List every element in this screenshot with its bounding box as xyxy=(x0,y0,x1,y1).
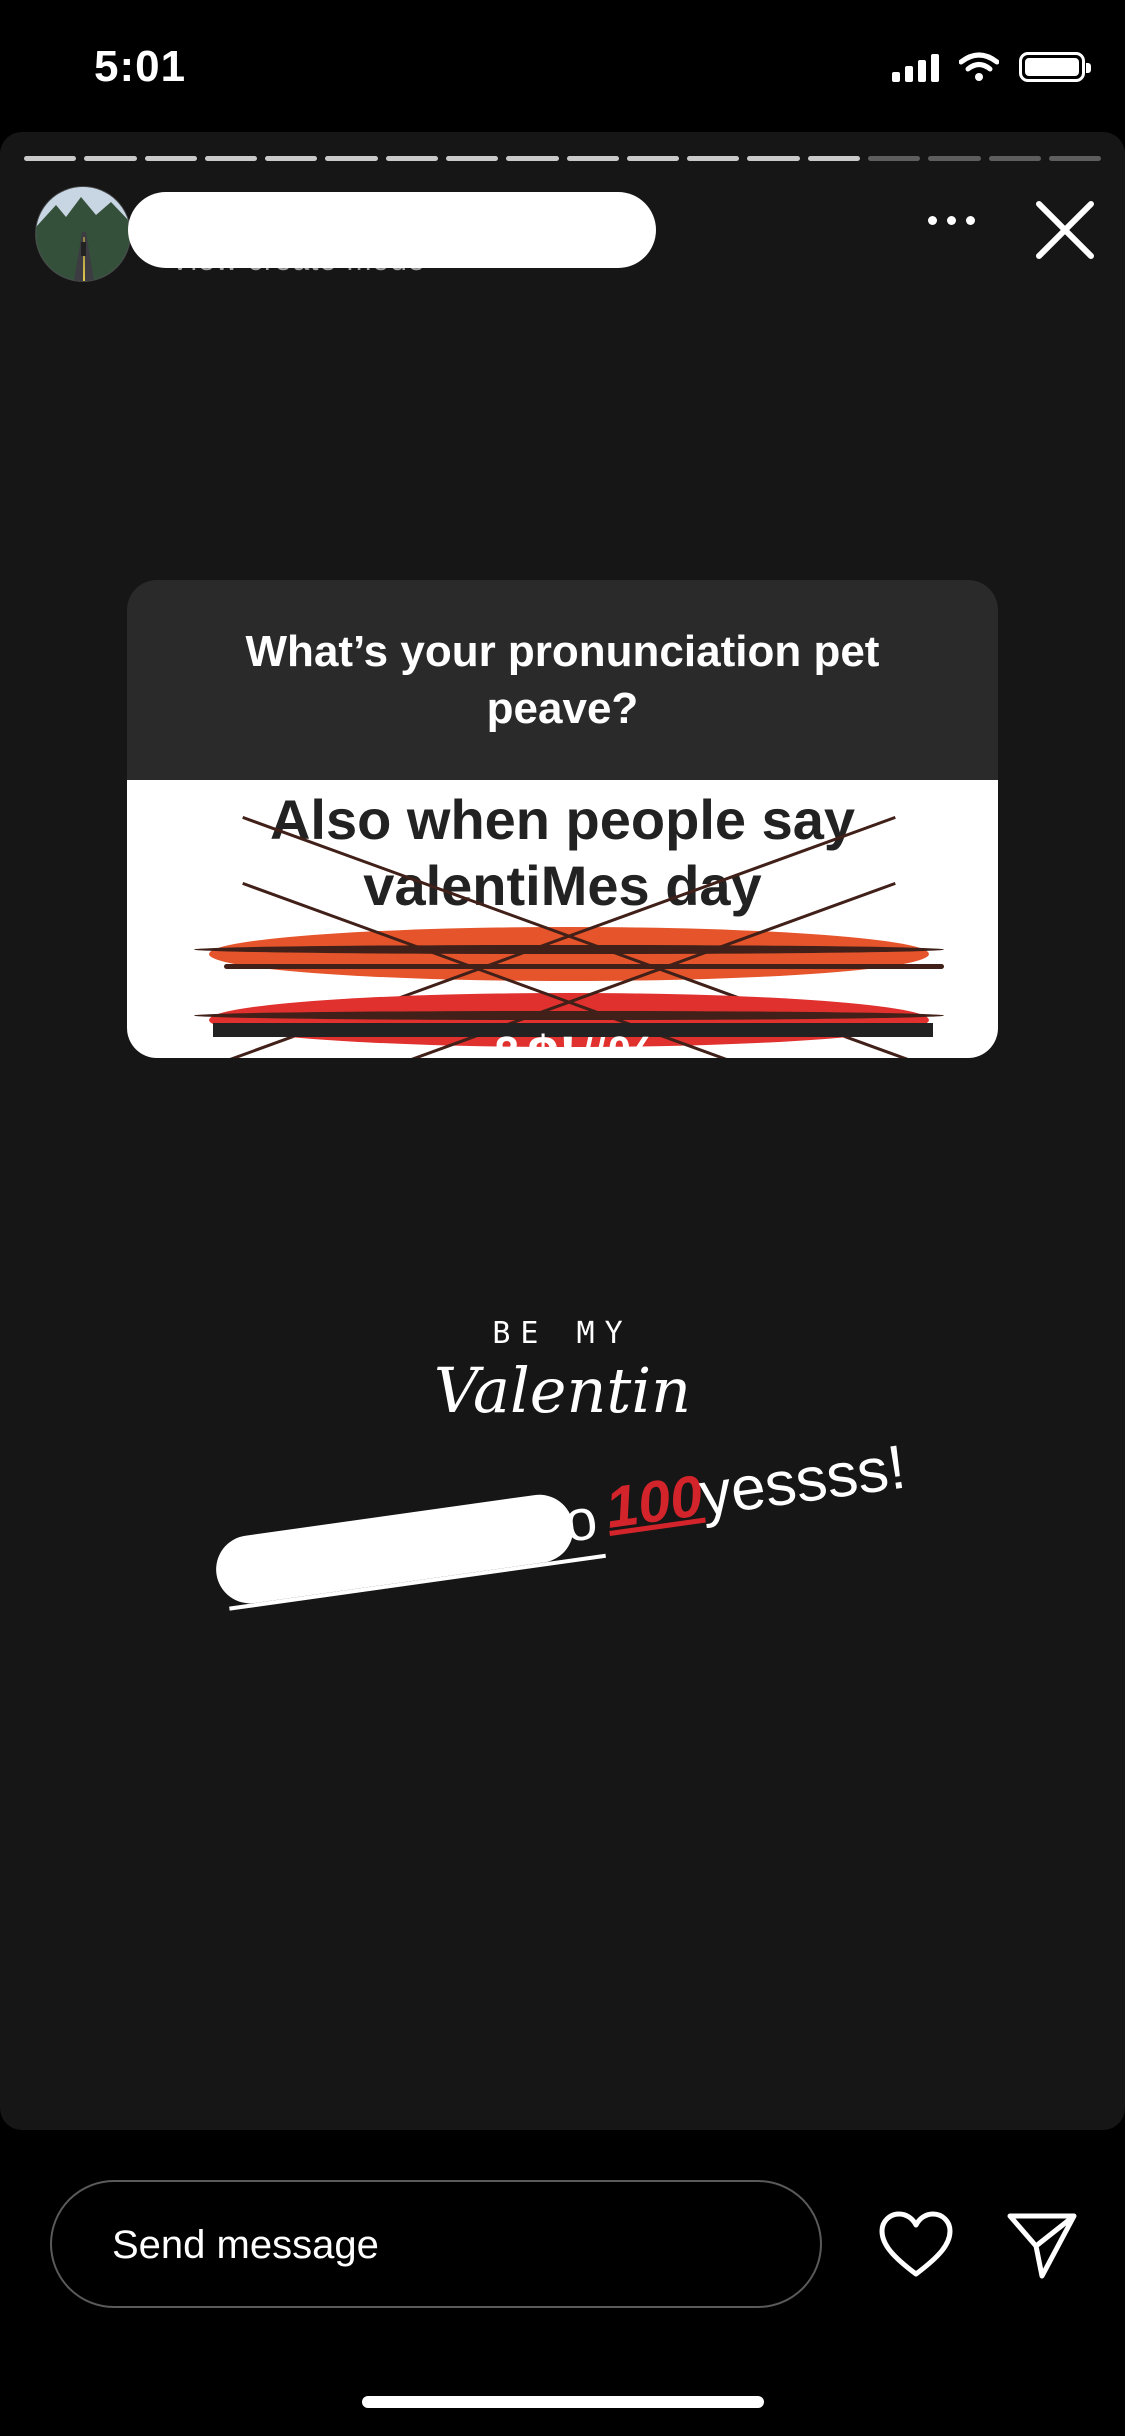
caption-redaction xyxy=(211,1490,578,1608)
avatar-image xyxy=(36,187,130,281)
be-my-text: BE MY xyxy=(492,1316,633,1351)
progress-segment xyxy=(24,156,77,161)
battery-icon xyxy=(1019,52,1091,82)
wifi-icon xyxy=(959,52,999,81)
cursing-face-emoji-icon: &$!#% xyxy=(193,881,944,1058)
valentin-text: Valentin xyxy=(433,1354,692,1427)
story-viewer[interactable]: View create mode [redacted] What’s your … xyxy=(0,132,1125,2130)
send-message-input[interactable] xyxy=(110,2182,794,2308)
status-icons xyxy=(892,52,1091,82)
angry-face-emoji-icon xyxy=(193,815,944,1058)
question-header: What’s your pronunciation pet peave? xyxy=(127,580,998,780)
more-options-button[interactable] xyxy=(928,216,975,225)
cursing-symbols: &$!#% xyxy=(212,1023,933,1058)
question-sticker: What’s your pronunciation pet peave? Als… xyxy=(127,580,998,1058)
answer-text: Also when people say valentiMes day xyxy=(269,788,856,917)
progress-segment xyxy=(867,156,921,161)
cellular-signal-icon xyxy=(892,52,939,82)
username: [redacted] xyxy=(190,210,342,248)
send-message-field[interactable] xyxy=(50,2180,822,2308)
progress-segment xyxy=(626,156,680,161)
caption-text: o 100 yessss! xyxy=(208,1411,942,1660)
story-progress-bar xyxy=(24,156,1102,161)
progress-segment xyxy=(1048,156,1102,161)
progress-segment xyxy=(988,156,1041,161)
avatar[interactable] xyxy=(35,186,131,282)
progress-segment xyxy=(144,156,197,161)
progress-segment xyxy=(928,156,981,161)
progress-segment xyxy=(204,156,258,161)
progress-segment xyxy=(747,156,800,161)
question-text: What’s your pronunciation pet peave? xyxy=(245,627,880,733)
hundred-points-emoji-icon: 100 xyxy=(601,1463,707,1541)
progress-segment xyxy=(265,156,318,161)
progress-segment xyxy=(807,156,860,161)
send-share-icon[interactable] xyxy=(1004,2206,1080,2282)
home-indicator[interactable] xyxy=(362,2396,764,2408)
caption-yes: yessss! xyxy=(695,1432,910,1530)
progress-segment xyxy=(687,156,740,161)
progress-segment xyxy=(385,156,438,161)
answer-body: Also when people say valentiMes day &$!#… xyxy=(127,780,998,1058)
progress-segment xyxy=(325,156,378,161)
close-icon[interactable] xyxy=(1033,198,1097,262)
heart-icon[interactable] xyxy=(878,2210,954,2280)
progress-segment xyxy=(445,156,499,161)
progress-segment xyxy=(566,156,619,161)
status-time: 5:01 xyxy=(94,42,187,91)
progress-segment xyxy=(506,156,559,161)
progress-segment xyxy=(84,156,137,161)
